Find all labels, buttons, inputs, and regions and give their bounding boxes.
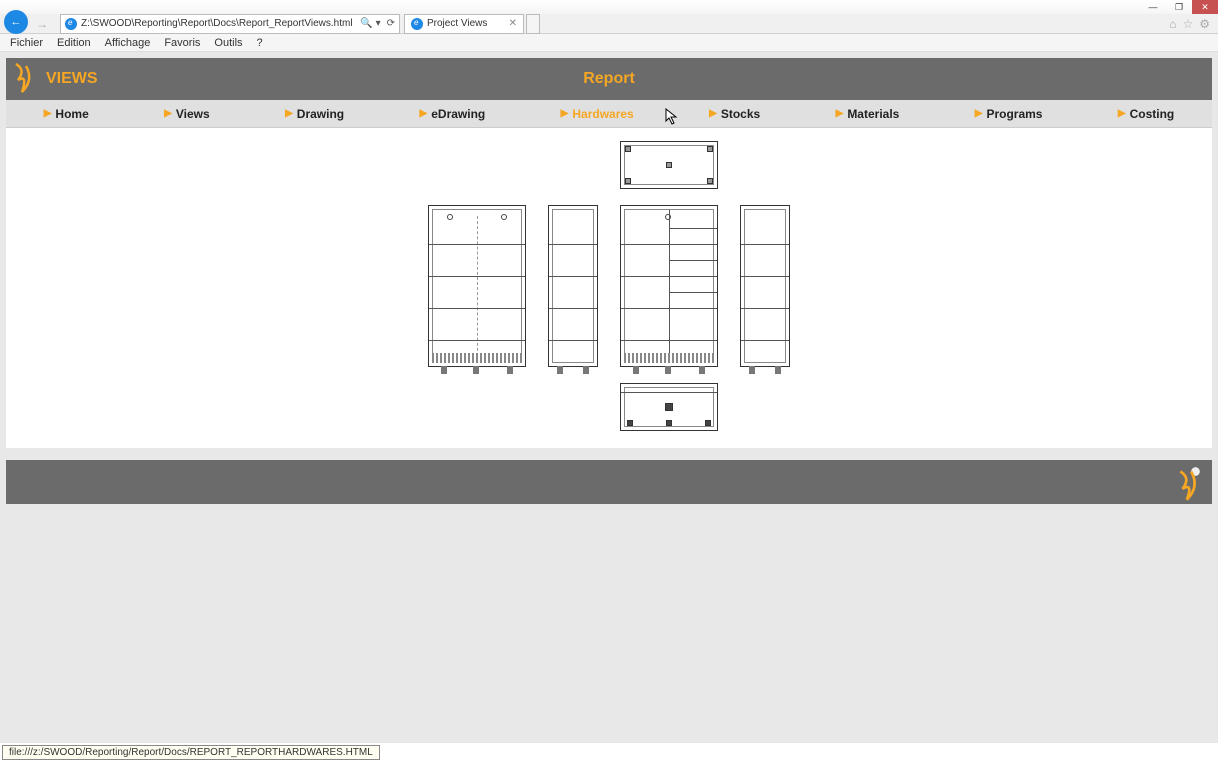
swood-logo (12, 62, 36, 96)
triangle-icon: ▶ (285, 108, 293, 119)
report-footer (6, 460, 1212, 504)
triangle-icon: ▶ (836, 108, 844, 119)
left-view-drawing (548, 205, 598, 367)
triangle-icon: ▶ (1118, 108, 1126, 119)
views-content (6, 128, 1212, 448)
menu-fichier[interactable]: Fichier (4, 36, 49, 50)
minimize-button[interactable]: — (1140, 0, 1166, 14)
triangle-icon: ▶ (164, 108, 172, 119)
browser-statusbar: file:///z:/SWOOD/Reporting/Report/Docs/R… (0, 743, 1218, 761)
front-view-drawing (428, 205, 526, 367)
tab-favicon (411, 18, 423, 30)
nav-materials[interactable]: ▶Materials (836, 107, 900, 121)
triangle-icon: ▶ (420, 108, 428, 119)
forward-button[interactable]: → (28, 10, 56, 38)
nav-hardwares[interactable]: ▶Hardwares (561, 107, 634, 121)
orthographic-views-grid (423, 140, 795, 436)
right-view-drawing (740, 205, 790, 367)
triangle-icon: ▶ (975, 108, 983, 119)
browser-toolbar: ← → Z:\SWOOD\Reporting\Report\Docs\Repor… (0, 14, 1218, 34)
report-label: Report (583, 70, 635, 88)
footer-logo (1176, 465, 1202, 499)
triangle-icon: ▶ (561, 108, 569, 119)
menu-favoris[interactable]: Favoris (158, 36, 206, 50)
nav-home[interactable]: ▶Home (44, 107, 89, 121)
nav-costing[interactable]: ▶Costing (1118, 107, 1174, 121)
address-bar[interactable]: Z:\SWOOD\Reporting\Report\Docs\Report_Re… (60, 14, 400, 34)
new-tab-button[interactable] (526, 14, 540, 34)
menu-outils[interactable]: Outils (208, 36, 248, 50)
tools-icon[interactable]: ⚙ (1199, 17, 1210, 31)
back-button[interactable]: ← (4, 10, 28, 34)
triangle-icon: ▶ (709, 108, 717, 119)
page-body: VIEWS Report ▶Home ▶Views ▶Drawing ▶eDra… (0, 52, 1218, 510)
menu-affichage[interactable]: Affichage (99, 36, 157, 50)
tab-close-icon[interactable]: ✕ (509, 18, 517, 29)
menu-edition[interactable]: Edition (51, 36, 97, 50)
nav-stocks[interactable]: ▶Stocks (709, 107, 760, 121)
status-url: file:///z:/SWOOD/Reporting/Report/Docs/R… (2, 745, 380, 760)
back-view-drawing (620, 205, 718, 367)
report-header: VIEWS Report (6, 58, 1212, 100)
top-view-drawing (620, 141, 718, 189)
ie-icon (65, 18, 77, 30)
search-icon[interactable]: 🔍 ▾ (360, 18, 380, 29)
nav-programs[interactable]: ▶Programs (975, 107, 1043, 121)
page-title: VIEWS (46, 70, 98, 88)
window-titlebar: — ❐ ✕ (0, 0, 1218, 14)
menu-help[interactable]: ? (251, 36, 269, 50)
maximize-button[interactable]: ❐ (1166, 0, 1192, 14)
triangle-icon: ▶ (44, 108, 52, 119)
refresh-icon[interactable]: ⟳ (387, 18, 395, 29)
nav-edrawing[interactable]: ▶eDrawing (420, 107, 486, 121)
page-background (0, 510, 1218, 750)
menu-bar: Fichier Edition Affichage Favoris Outils… (0, 34, 1218, 52)
report-nav: ▶Home ▶Views ▶Drawing ▶eDrawing ▶Hardwar… (6, 100, 1212, 128)
favorites-icon[interactable]: ☆ (1182, 17, 1193, 31)
browser-tab[interactable]: Project Views ✕ (404, 14, 524, 34)
tab-title: Project Views (427, 18, 487, 29)
nav-drawing[interactable]: ▶Drawing (285, 107, 344, 121)
bottom-view-drawing (620, 383, 718, 431)
close-button[interactable]: ✕ (1192, 0, 1218, 14)
address-text: Z:\SWOOD\Reporting\Report\Docs\Report_Re… (81, 18, 353, 29)
home-icon[interactable]: ⌂ (1169, 17, 1176, 31)
nav-views[interactable]: ▶Views (164, 107, 210, 121)
